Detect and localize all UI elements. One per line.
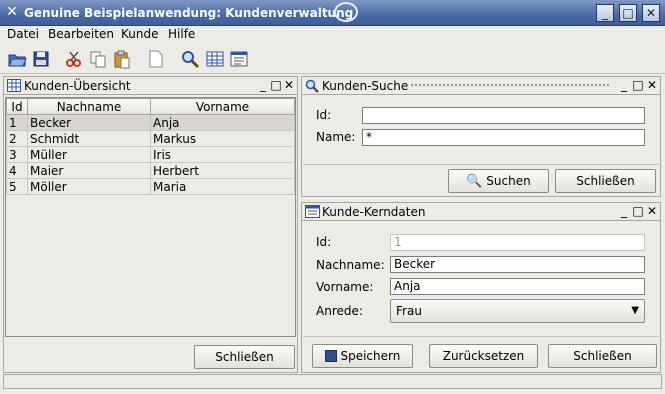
search-header: Kunden-Suche _ □ ✕ (302, 77, 660, 95)
kde-logo-icon (334, 2, 358, 22)
close-window-button[interactable]: ✕ (642, 4, 660, 22)
overview-panel: Kunden-Übersicht _ □ ✕ Id Nachname Vorna… (3, 76, 298, 373)
panel-minimize-button[interactable]: _ (618, 204, 630, 218)
save-icon[interactable] (31, 49, 51, 69)
cell-id: 2 (6, 130, 28, 147)
save-button[interactable]: Speichern (312, 344, 413, 368)
details-close-button[interactable]: Schließen (548, 344, 657, 368)
details-header: Kunde-Kerndaten _ □ ✕ (302, 203, 660, 221)
new-document-icon[interactable] (146, 49, 166, 69)
customer-table-area: Id Nachname Vorname 1 Becker Anja 2 Schm… (5, 97, 296, 337)
overview-title: Kunden-Übersicht (24, 79, 131, 93)
chevron-down-icon: ▼ (631, 305, 639, 316)
panel-minimize-button[interactable]: _ (257, 78, 269, 92)
menu-bearbeiten[interactable]: Bearbeiten (48, 27, 114, 41)
salutation-select[interactable]: Frau ▼ (390, 299, 645, 323)
reset-button[interactable]: Zurücksetzen (429, 344, 538, 368)
table-row[interactable]: 4 Maier Herbert (6, 162, 295, 179)
cell-vorname: Anja (150, 114, 295, 131)
panel-close-button[interactable]: ✕ (646, 78, 658, 92)
status-bar (3, 374, 662, 389)
paste-icon[interactable] (112, 49, 132, 69)
cell-nachname: Möller (27, 178, 151, 195)
panel-close-button[interactable]: ✕ (646, 204, 658, 218)
overview-close-button[interactable]: Schließen (194, 345, 295, 369)
panel-maximize-button[interactable]: □ (270, 78, 282, 92)
cell-vorname: Herbert (150, 162, 295, 179)
search-id-label: Id: (316, 108, 332, 122)
menu-hilfe[interactable]: Hilfe (168, 27, 195, 41)
overview-header: Kunden-Übersicht _ □ ✕ (4, 77, 297, 95)
search-button[interactable]: 🔍 Suchen (448, 169, 549, 193)
search-id-input[interactable] (362, 107, 645, 124)
cell-vorname: Maria (150, 178, 295, 195)
table-row[interactable]: 3 Müller Iris (6, 146, 295, 163)
table-row[interactable]: 1 Becker Anja (6, 114, 295, 131)
table-icon[interactable] (205, 49, 225, 69)
panel-maximize-button[interactable]: □ (632, 78, 644, 92)
cell-nachname: Müller (27, 146, 151, 163)
search-icon[interactable] (180, 49, 200, 69)
details-salutation-label: Anrede: (316, 304, 363, 318)
search-icon (305, 79, 319, 93)
cut-icon[interactable] (64, 49, 84, 69)
details-lastname-label: Nachname: (316, 258, 385, 272)
copy-icon[interactable] (88, 49, 108, 69)
panel-maximize-button[interactable]: □ (632, 204, 644, 218)
details-firstname-input[interactable]: Anja (390, 278, 645, 295)
maximize-button[interactable]: □ (619, 4, 637, 22)
table-icon (7, 79, 21, 92)
details-id-label: Id: (316, 235, 332, 249)
search-icon: 🔍 (466, 174, 483, 189)
panel-separator (303, 336, 659, 337)
minimize-button[interactable]: _ (596, 4, 614, 22)
details-panel: Kunde-Kerndaten _ □ ✕ Id: 1 Nachname: Be… (301, 202, 661, 373)
table-row[interactable]: 5 Möller Maria (6, 178, 295, 195)
details-title: Kunde-Kerndaten (322, 205, 426, 219)
search-name-label: Name: (316, 130, 356, 144)
column-header-id[interactable]: Id (6, 98, 28, 115)
search-name-input[interactable]: * (362, 129, 645, 146)
details-id-field: 1 (390, 234, 645, 251)
cell-id: 3 (6, 146, 28, 163)
salutation-value: Frau (396, 304, 422, 318)
form-icon (305, 205, 320, 218)
search-panel: Kunden-Suche _ □ ✕ Id: Name: * 🔍 Suchen … (301, 76, 661, 197)
column-header-nachname[interactable]: Nachname (27, 98, 151, 115)
title-bar: ✕ Genuine Beispielanwendung: Kundenverwa… (0, 0, 665, 26)
column-header-vorname[interactable]: Vorname (150, 98, 295, 115)
cell-nachname: Schmidt (27, 130, 151, 147)
toolbar (0, 44, 665, 74)
panel-separator (303, 164, 659, 165)
save-icon (324, 350, 337, 362)
app-icon[interactable]: ✕ (4, 4, 20, 20)
search-close-button[interactable]: Schließen (555, 169, 656, 193)
cell-id: 5 (6, 178, 28, 195)
form-icon[interactable] (229, 49, 249, 69)
menu-bar: Datei Bearbeiten Kunde Hilfe (0, 26, 665, 44)
cell-nachname: Becker (27, 114, 151, 131)
open-icon[interactable] (7, 49, 27, 69)
cell-nachname: Maier (27, 162, 151, 179)
menu-datei[interactable]: Datei (7, 27, 39, 41)
cell-id: 1 (6, 114, 28, 131)
table-row[interactable]: 2 Schmidt Markus (6, 130, 295, 147)
table-header-row: Id Nachname Vorname (6, 98, 295, 115)
menu-kunde[interactable]: Kunde (121, 27, 158, 41)
customer-table: Id Nachname Vorname 1 Becker Anja 2 Schm… (6, 98, 295, 195)
cell-vorname: Markus (150, 130, 295, 147)
cell-id: 4 (6, 162, 28, 179)
search-title: Kunden-Suche (322, 79, 409, 93)
details-lastname-input[interactable]: Becker (390, 256, 645, 273)
panel-close-button[interactable]: ✕ (283, 78, 295, 92)
cell-vorname: Iris (150, 146, 295, 163)
panel-minimize-button[interactable]: _ (618, 78, 630, 92)
window-title: Genuine Beispielanwendung: Kundenverwalt… (24, 6, 354, 20)
search-button-label: Suchen (486, 174, 531, 188)
save-button-label: Speichern (340, 349, 401, 363)
details-firstname-label: Vorname: (316, 280, 374, 294)
drag-handle[interactable] (410, 83, 610, 88)
